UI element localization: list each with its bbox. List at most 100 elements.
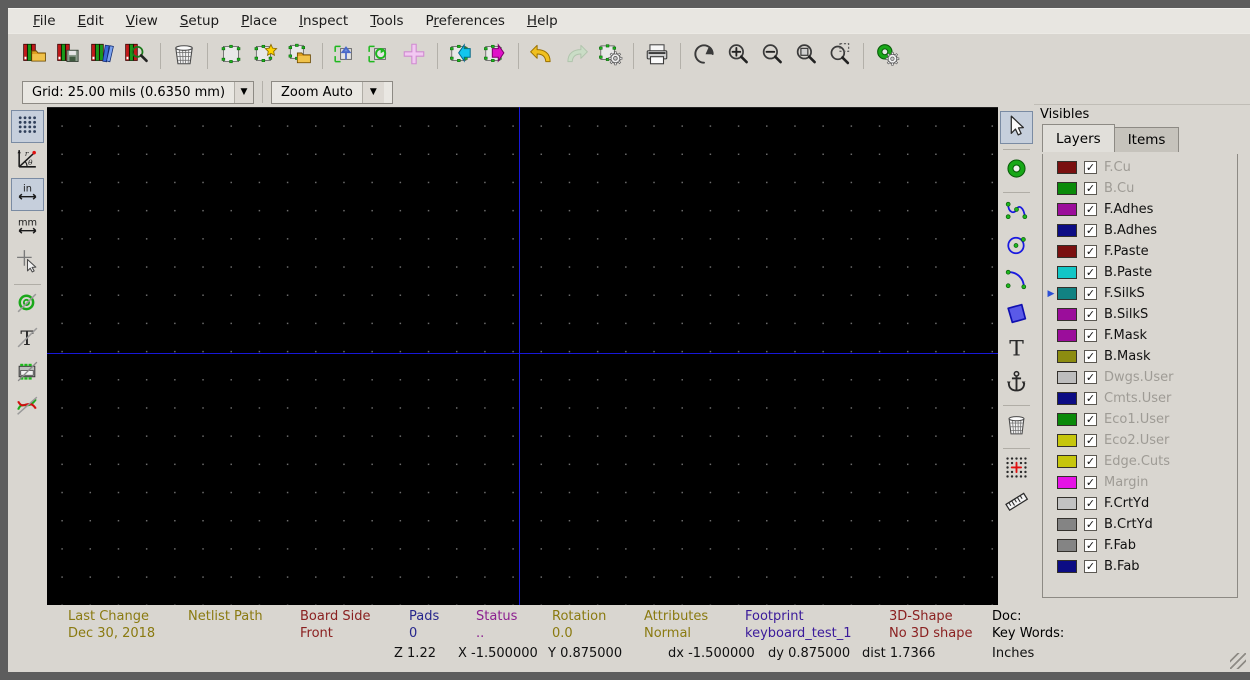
- text-sketch-button[interactable]: T: [11, 323, 44, 356]
- layer-color-swatch[interactable]: [1057, 266, 1077, 279]
- import-footprint-button[interactable]: [329, 39, 363, 73]
- layer-visibility-checkbox[interactable]: ✓: [1084, 182, 1097, 195]
- layer-row[interactable]: ✓ Dwgs.User: [1043, 367, 1237, 388]
- layer-visibility-checkbox[interactable]: ✓: [1084, 455, 1097, 468]
- add-polygon-button[interactable]: [1000, 299, 1033, 332]
- footprint-sketch-button[interactable]: [11, 357, 44, 390]
- layer-row[interactable]: ✓ F.Adhes: [1043, 199, 1237, 220]
- add-arc-button[interactable]: [1000, 265, 1033, 298]
- layer-color-swatch[interactable]: [1057, 329, 1077, 342]
- layer-row[interactable]: ✓ B.Fab: [1043, 556, 1237, 577]
- delete-footprint-button[interactable]: [167, 39, 201, 73]
- layer-visibility-checkbox[interactable]: ✓: [1084, 161, 1097, 174]
- add-pad-button[interactable]: [1000, 154, 1033, 187]
- layer-row[interactable]: ✓ F.Paste: [1043, 241, 1237, 262]
- save-library-button[interactable]: [52, 39, 86, 73]
- zoom-out-button[interactable]: [755, 39, 789, 73]
- layer-row[interactable]: ✓ Eco2.User: [1043, 430, 1237, 451]
- layer-row[interactable]: ✓ F.Fab: [1043, 535, 1237, 556]
- layer-visibility-checkbox[interactable]: ✓: [1084, 329, 1097, 342]
- layer-row[interactable]: ✓ B.Cu: [1043, 178, 1237, 199]
- chevron-down-icon[interactable]: ▼: [234, 81, 253, 103]
- menu-setup[interactable]: Setup: [169, 10, 230, 32]
- new-footprint-wizard-button[interactable]: [248, 39, 282, 73]
- zoom-in-button[interactable]: [721, 39, 755, 73]
- print-button[interactable]: [640, 39, 674, 73]
- layer-visibility-checkbox[interactable]: ✓: [1084, 434, 1097, 447]
- load-footprint-button[interactable]: [282, 39, 316, 73]
- layer-color-swatch[interactable]: [1057, 203, 1077, 216]
- layer-color-swatch[interactable]: [1057, 287, 1077, 300]
- layer-color-swatch[interactable]: [1057, 182, 1077, 195]
- add-circle-button[interactable]: [1000, 231, 1033, 264]
- layer-color-swatch[interactable]: [1057, 392, 1077, 405]
- layer-visibility-checkbox[interactable]: ✓: [1084, 203, 1097, 216]
- layer-color-swatch[interactable]: [1057, 224, 1077, 237]
- delete-item-button[interactable]: [1000, 410, 1033, 443]
- menu-view[interactable]: View: [115, 10, 169, 32]
- layer-row[interactable]: ✓ Cmts.User: [1043, 388, 1237, 409]
- layer-color-swatch[interactable]: [1057, 455, 1077, 468]
- 3d-viewer-button[interactable]: [870, 39, 904, 73]
- open-library-button[interactable]: [18, 39, 52, 73]
- grid-origin-button[interactable]: [1000, 453, 1033, 486]
- layer-visibility-checkbox[interactable]: ✓: [1084, 371, 1097, 384]
- menu-edit[interactable]: Edit: [67, 10, 115, 32]
- layer-visibility-checkbox[interactable]: ✓: [1084, 266, 1097, 279]
- menu-tools[interactable]: Tools: [359, 10, 414, 32]
- menu-place[interactable]: Place: [230, 10, 288, 32]
- layer-color-swatch[interactable]: [1057, 371, 1077, 384]
- layer-visibility-checkbox[interactable]: ✓: [1084, 539, 1097, 552]
- resize-grip[interactable]: [1230, 653, 1246, 669]
- layer-row[interactable]: ✓ B.Paste: [1043, 262, 1237, 283]
- tab-items[interactable]: Items: [1113, 127, 1180, 152]
- layer-row[interactable]: ✓ B.CrtYd: [1043, 514, 1237, 535]
- layer-row[interactable]: ✓ B.Adhes: [1043, 220, 1237, 241]
- layer-row[interactable]: ✓ B.Mask: [1043, 346, 1237, 367]
- polar-coords-button[interactable]: rθ: [11, 144, 44, 177]
- layer-list[interactable]: ✓ F.Cu ✓ B.Cu ✓ F.Adhes ✓ B.Adhes ✓ F.Paste ✓ B.Pas…: [1042, 154, 1238, 598]
- add-footprint-button[interactable]: [397, 39, 431, 73]
- layer-visibility-checkbox[interactable]: ✓: [1084, 245, 1097, 258]
- export-footprint-button[interactable]: [363, 39, 397, 73]
- grid-select[interactable]: Grid: 25.00 mils (0.6350 mm) ▼: [22, 80, 254, 104]
- footprint-to-board-button[interactable]: [478, 39, 512, 73]
- layer-visibility-checkbox[interactable]: ✓: [1084, 497, 1097, 510]
- pcb-canvas[interactable]: [47, 107, 998, 605]
- layer-row[interactable]: ✓ B.SilkS: [1043, 304, 1237, 325]
- layer-color-swatch[interactable]: [1057, 497, 1077, 510]
- layer-color-swatch[interactable]: [1057, 518, 1077, 531]
- layer-row[interactable]: ✓ F.Cu: [1043, 157, 1237, 178]
- layer-color-swatch[interactable]: [1057, 245, 1077, 258]
- pads-sketch-button[interactable]: [11, 289, 44, 322]
- add-line-button[interactable]: [1000, 197, 1033, 230]
- add-text-button[interactable]: T: [1000, 333, 1033, 366]
- undo-button[interactable]: [525, 39, 559, 73]
- refresh-button[interactable]: [687, 39, 721, 73]
- menu-help[interactable]: Help: [516, 10, 569, 32]
- grid-toggle-button[interactable]: [11, 110, 44, 143]
- new-footprint-button[interactable]: [214, 39, 248, 73]
- select-tool-button[interactable]: [999, 111, 1033, 144]
- layer-color-swatch[interactable]: [1057, 476, 1077, 489]
- layer-row[interactable]: ✓ Eco1.User: [1043, 409, 1237, 430]
- layer-visibility-checkbox[interactable]: ✓: [1084, 392, 1097, 405]
- layer-row[interactable]: ✓ Edge.Cuts: [1043, 451, 1237, 472]
- footprint-from-board-button[interactable]: [444, 39, 478, 73]
- menu-inspect[interactable]: Inspect: [288, 10, 359, 32]
- layer-color-swatch[interactable]: [1057, 161, 1077, 174]
- layer-color-swatch[interactable]: [1057, 434, 1077, 447]
- layer-visibility-checkbox[interactable]: ✓: [1084, 413, 1097, 426]
- tab-layers[interactable]: Layers: [1042, 124, 1115, 152]
- layer-row[interactable]: ✓ F.Mask: [1043, 325, 1237, 346]
- measure-tool-button[interactable]: [1000, 487, 1033, 520]
- menu-file[interactable]: File: [22, 10, 67, 32]
- layer-visibility-checkbox[interactable]: ✓: [1084, 287, 1097, 300]
- footprint-properties-button[interactable]: [593, 39, 627, 73]
- layer-visibility-checkbox[interactable]: ✓: [1084, 518, 1097, 531]
- zoom-select[interactable]: Zoom Auto ▼: [271, 80, 393, 104]
- layer-row[interactable]: ✓ Margin: [1043, 472, 1237, 493]
- layer-row[interactable]: ▶ ✓ F.SilkS: [1043, 283, 1237, 304]
- graphics-sketch-button[interactable]: [11, 391, 44, 424]
- layer-color-swatch[interactable]: [1057, 539, 1077, 552]
